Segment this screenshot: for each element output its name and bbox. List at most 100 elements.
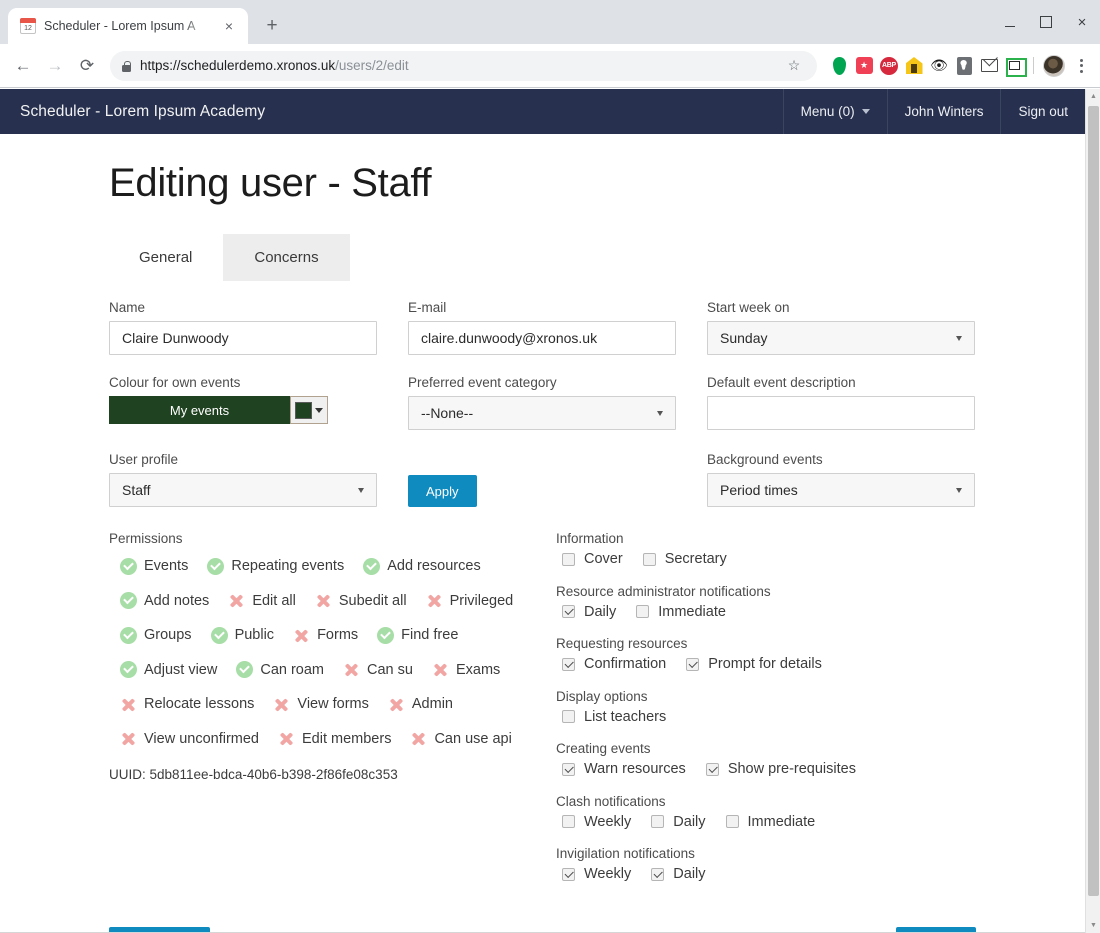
minimize-button[interactable] bbox=[992, 7, 1028, 37]
bulb-icon[interactable] bbox=[954, 56, 974, 76]
permission-item[interactable]: Repeating events bbox=[207, 551, 344, 581]
adblock-plus-icon[interactable]: ABP bbox=[879, 56, 899, 76]
tab-general[interactable]: General bbox=[108, 234, 223, 281]
checkbox-icon[interactable] bbox=[562, 710, 575, 723]
permission-item[interactable]: Admin bbox=[388, 689, 453, 719]
checkbox-icon[interactable] bbox=[651, 867, 665, 881]
checkbox-item[interactable]: Immediate bbox=[636, 604, 726, 620]
scroll-up-arrow-icon[interactable]: ▲ bbox=[1086, 89, 1100, 104]
checkbox-item[interactable]: Immediate bbox=[725, 814, 815, 830]
kebab-menu-icon[interactable] bbox=[1070, 58, 1092, 73]
permission-item[interactable]: Can use api bbox=[410, 724, 511, 754]
permission-item[interactable]: Add resources bbox=[363, 551, 481, 581]
user-profile-select[interactable]: Staff bbox=[109, 473, 377, 507]
permission-item[interactable]: Subedit all bbox=[315, 586, 407, 616]
email-input[interactable]: claire.dunwoody@xronos.uk bbox=[408, 321, 676, 355]
permission-item[interactable]: Find free bbox=[377, 620, 458, 650]
checkbox-item[interactable]: Secretary bbox=[642, 551, 727, 567]
permission-item[interactable]: Relocate lessons bbox=[120, 689, 254, 719]
maximize-button[interactable] bbox=[1028, 7, 1064, 37]
checkbox-icon[interactable] bbox=[562, 815, 575, 828]
nav-user[interactable]: John Winters bbox=[886, 89, 1001, 134]
settings-panes: Permissions Events Repeating events Add re… bbox=[109, 531, 1009, 899]
house-icon[interactable] bbox=[904, 56, 924, 76]
checkbox-icon[interactable] bbox=[686, 657, 700, 671]
permission-item[interactable]: Adjust view bbox=[120, 655, 217, 685]
apply-button[interactable]: Apply bbox=[408, 475, 477, 507]
checkbox-item[interactable]: Show pre-requisites bbox=[705, 761, 856, 777]
checkbox-icon[interactable] bbox=[562, 605, 575, 618]
mail-icon[interactable] bbox=[979, 56, 999, 76]
avatar[interactable] bbox=[1043, 54, 1065, 77]
nav-menu-dropdown[interactable]: Menu (0) bbox=[782, 89, 887, 134]
forward-icon[interactable]: → bbox=[40, 51, 70, 81]
option-row: Weekly Daily Immediate bbox=[556, 814, 986, 834]
permission-item[interactable]: Add notes bbox=[120, 586, 209, 616]
scrollbar-thumb[interactable] bbox=[1088, 106, 1099, 896]
checkbox-item[interactable]: Daily bbox=[651, 814, 706, 830]
checkbox-icon[interactable] bbox=[562, 657, 575, 671]
pin-icon[interactable] bbox=[829, 56, 849, 76]
checkbox-item[interactable]: Weekly bbox=[562, 814, 631, 830]
checkbox-label: Show pre-requisites bbox=[727, 761, 856, 777]
pocket-icon[interactable] bbox=[854, 56, 874, 76]
page-scrollbar[interactable]: ▲ ▼ bbox=[1085, 89, 1100, 933]
permission-item[interactable]: Can roam bbox=[236, 655, 324, 685]
checkbox-item[interactable]: Daily bbox=[562, 604, 616, 620]
colour-picker[interactable]: My events bbox=[109, 396, 377, 424]
checkbox-icon[interactable] bbox=[705, 762, 719, 776]
checkbox-item[interactable]: Weekly bbox=[562, 866, 631, 882]
reload-icon[interactable]: ⟳ bbox=[72, 51, 102, 81]
close-icon[interactable]: × bbox=[220, 17, 238, 35]
permission-item[interactable]: Forms bbox=[293, 620, 358, 650]
permission-item[interactable]: Edit all bbox=[228, 586, 296, 616]
checkbox-icon[interactable] bbox=[651, 815, 665, 828]
frame-capture-icon[interactable] bbox=[1004, 56, 1027, 77]
checkbox-item[interactable]: Warn resources bbox=[562, 761, 686, 777]
checkbox-label: Weekly bbox=[584, 813, 632, 830]
checkbox-item[interactable]: List teachers bbox=[562, 709, 666, 725]
bookmark-star-icon[interactable]: ☆ bbox=[783, 55, 805, 77]
new-tab-button[interactable]: + bbox=[258, 12, 286, 40]
checkbox-icon[interactable] bbox=[562, 867, 575, 881]
permission-item[interactable]: View unconfirmed bbox=[120, 724, 259, 754]
gnome-foot-icon[interactable]: 👁 bbox=[929, 56, 949, 76]
background-events-select[interactable]: Period times bbox=[707, 473, 975, 507]
checkbox-icon[interactable] bbox=[562, 552, 575, 566]
permission-item[interactable]: View forms bbox=[273, 689, 368, 719]
checkbox-item[interactable]: Prompt for details bbox=[686, 656, 822, 672]
permission-item[interactable]: Public bbox=[210, 620, 274, 650]
permission-item[interactable]: Exams bbox=[432, 655, 500, 685]
checkbox-icon[interactable] bbox=[725, 815, 739, 828]
permission-item[interactable]: Privileged bbox=[426, 586, 514, 616]
window-close-button[interactable]: × bbox=[1064, 7, 1100, 37]
window-controls: × bbox=[992, 0, 1100, 44]
permission-item[interactable]: Edit members bbox=[278, 724, 391, 754]
browser-toolbar: ← → ⟳ https://schedulerdemo.xronos.uk/us… bbox=[0, 44, 1100, 88]
back-icon[interactable]: ← bbox=[8, 51, 38, 81]
tab-concerns[interactable]: Concerns bbox=[223, 234, 350, 281]
checkbox-icon[interactable] bbox=[562, 762, 575, 776]
name-input[interactable]: Claire Dunwoody bbox=[109, 321, 377, 355]
browser-tab[interactable]: Scheduler - Lorem Ipsum A × bbox=[8, 8, 248, 44]
default-event-description-input[interactable] bbox=[707, 396, 975, 430]
scroll-down-arrow-icon[interactable]: ▼ bbox=[1086, 918, 1100, 933]
permission-item[interactable]: Events bbox=[120, 551, 188, 581]
checkbox-icon[interactable] bbox=[636, 605, 650, 618]
checkbox-item[interactable]: Confirmation bbox=[562, 656, 666, 672]
colour-swatch-dropdown[interactable] bbox=[290, 396, 328, 424]
checkbox-item[interactable]: Cover bbox=[562, 551, 623, 567]
colour-preview-button[interactable]: My events bbox=[109, 396, 290, 424]
checkbox-icon[interactable] bbox=[642, 552, 656, 566]
start-week-on-select[interactable]: Sunday bbox=[707, 321, 975, 355]
chevron-down-icon bbox=[956, 487, 962, 493]
checkbox-item[interactable]: Daily bbox=[651, 866, 706, 882]
preferred-event-category-select[interactable]: --None-- bbox=[408, 396, 676, 430]
browser-tab-title: Scheduler - Lorem Ipsum A bbox=[44, 19, 196, 33]
site-brand[interactable]: Scheduler - Lorem Ipsum Academy bbox=[0, 89, 285, 134]
option-group-title: Information bbox=[556, 531, 624, 546]
address-bar[interactable]: https://schedulerdemo.xronos.uk/users/2/… bbox=[110, 50, 817, 81]
permission-item[interactable]: Can su bbox=[343, 655, 413, 685]
nav-signout[interactable]: Sign out bbox=[1000, 89, 1085, 134]
permission-item[interactable]: Groups bbox=[120, 620, 192, 650]
